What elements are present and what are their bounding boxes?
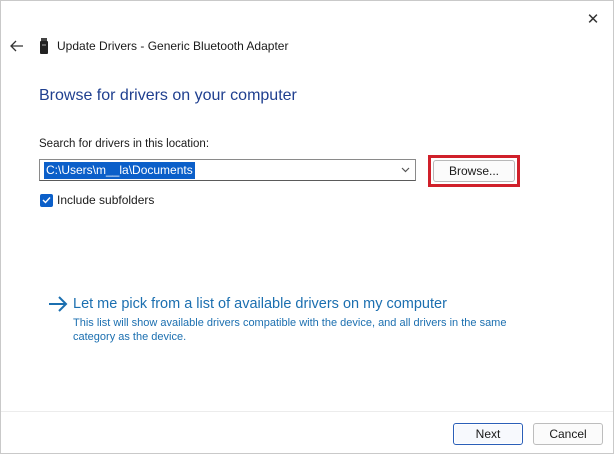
browse-button[interactable]: Browse... <box>433 160 515 182</box>
cancel-button[interactable]: Cancel <box>533 423 603 445</box>
back-button[interactable] <box>9 38 25 54</box>
window-header: Update Drivers - Generic Bluetooth Adapt… <box>9 35 288 57</box>
include-subfolders-option[interactable]: Include subfolders <box>40 193 154 207</box>
pick-from-list-title[interactable]: Let me pick from a list of available dri… <box>73 295 447 313</box>
search-location-label: Search for drivers in this location: <box>39 138 210 150</box>
back-arrow-icon <box>10 40 23 52</box>
checkmark-icon <box>42 197 51 204</box>
browse-button-label: Browse... <box>448 164 499 178</box>
bluetooth-device-icon <box>40 38 48 54</box>
cancel-button-label: Cancel <box>549 427 587 441</box>
next-button-label: Next <box>475 427 501 441</box>
next-button[interactable]: Next <box>453 423 523 445</box>
update-drivers-window: ✕ Update Drivers - Generic Bluetooth Ada… <box>0 0 614 454</box>
include-subfolders-checkbox[interactable] <box>40 193 53 207</box>
footer-divider <box>1 411 613 412</box>
search-path-value[interactable]: C:\Users\m__la\Documents <box>44 161 195 179</box>
pick-from-list-description: This list will show available drivers co… <box>73 317 507 343</box>
search-path-combobox[interactable]: C:\Users\m__la\Documents <box>39 159 416 181</box>
window-title: Update Drivers - Generic Bluetooth Adapt… <box>57 39 289 53</box>
arrow-right-icon <box>49 296 68 312</box>
close-button[interactable]: ✕ <box>579 7 607 31</box>
close-icon: ✕ <box>586 11 600 28</box>
pick-from-list-link[interactable]: Let me pick from a list of available dri… <box>47 295 447 313</box>
chevron-down-icon[interactable] <box>398 162 412 178</box>
page-heading: Browse for drivers on your computer <box>39 87 297 104</box>
include-subfolders-label: Include subfolders <box>57 193 155 207</box>
